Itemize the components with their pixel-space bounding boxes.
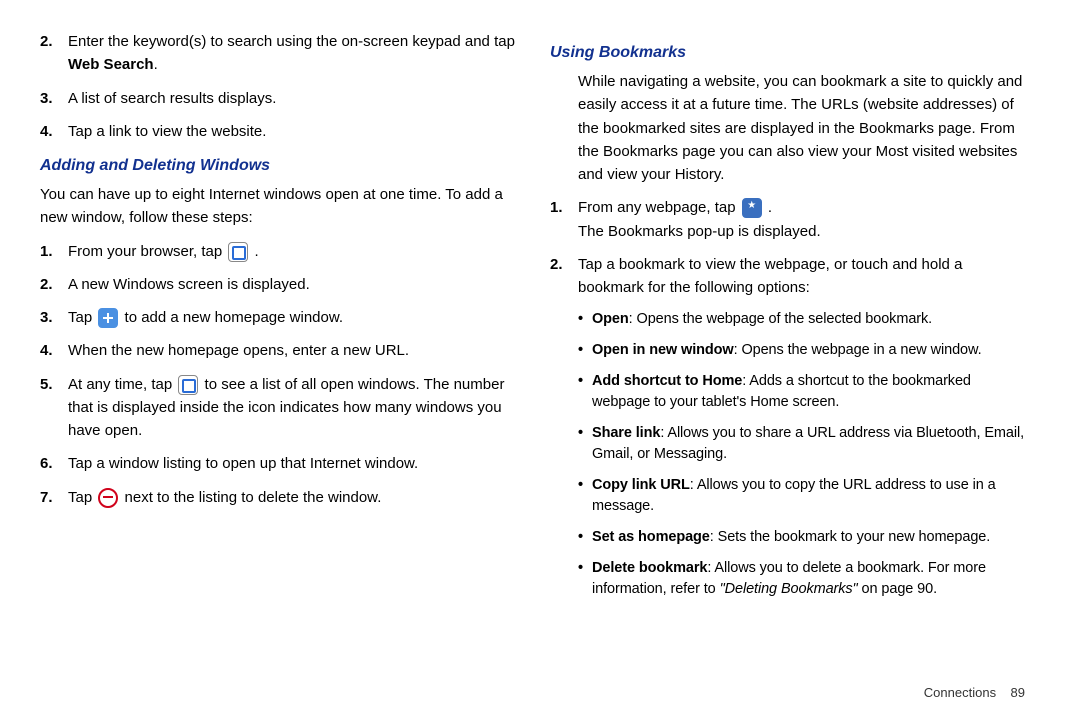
bullet-item: Add shortcut to Home: Adds a shortcut to… — [578, 371, 1025, 413]
step-number: 4. — [40, 339, 68, 362]
page-footer: Connections 89 — [924, 685, 1025, 700]
list-item: 1.From your browser, tap . — [40, 240, 515, 263]
bookmarks-intro: While navigating a website, you can book… — [578, 70, 1025, 186]
step-number: 1. — [550, 196, 578, 243]
step-number: 4. — [40, 120, 68, 143]
list-item: 5.At any time, tap to see a list of all … — [40, 373, 515, 443]
search-continued-steps: 2.Enter the keyword(s) to search using t… — [40, 30, 515, 143]
right-column: Using Bookmarks While navigating a websi… — [550, 30, 1025, 700]
step-body: When the new homepage opens, enter a new… — [68, 339, 515, 362]
step-body: At any time, tap to see a list of all op… — [68, 373, 515, 443]
adding-intro: You can have up to eight Internet window… — [40, 183, 515, 230]
step-body: A list of search results displays. — [68, 87, 515, 110]
bookmark-icon — [742, 198, 762, 218]
step-number: 5. — [40, 373, 68, 443]
bullet-item: Open in new window: Opens the webpage in… — [578, 340, 1025, 361]
bookmark-options: Open: Opens the webpage of the selected … — [550, 309, 1025, 600]
list-item: 3.Tap to add a new homepage window. — [40, 306, 515, 329]
step-body: From your browser, tap . — [68, 240, 515, 263]
bullet-item: Share link: Allows you to share a URL ad… — [578, 423, 1025, 465]
step-number: 3. — [40, 306, 68, 329]
remove-icon — [98, 488, 118, 508]
list-item: 7.Tap next to the listing to delete the … — [40, 486, 515, 509]
bookmarks-steps: 1.From any webpage, tap .The Bookmarks p… — [550, 196, 1025, 299]
list-item: 4. When the new homepage opens, enter a … — [40, 339, 515, 362]
list-item: 3.A list of search results displays. — [40, 87, 515, 110]
list-item: 1.From any webpage, tap .The Bookmarks p… — [550, 196, 1025, 243]
adding-deleting-windows-heading: Adding and Deleting Windows — [40, 157, 515, 175]
step-body: Tap next to the listing to delete the wi… — [68, 486, 515, 509]
windows-icon — [228, 242, 248, 262]
list-item: 6.Tap a window listing to open up that I… — [40, 452, 515, 475]
step-number: 2. — [550, 253, 578, 300]
left-column: 2.Enter the keyword(s) to search using t… — [40, 30, 515, 700]
step-body: A new Windows screen is displayed. — [68, 273, 515, 296]
step-number: 7. — [40, 486, 68, 509]
list-item: 2.Tap a bookmark to view the webpage, or… — [550, 253, 1025, 300]
windows-icon — [178, 375, 198, 395]
bullet-item: Copy link URL: Allows you to copy the UR… — [578, 475, 1025, 517]
bullet-item: Delete bookmark: Allows you to delete a … — [578, 558, 1025, 600]
step-body: Tap to add a new homepage window. — [68, 306, 515, 329]
add-window-icon — [98, 308, 118, 328]
step-body: Tap a window listing to open up that Int… — [68, 452, 515, 475]
step-body: Enter the keyword(s) to search using the… — [68, 30, 515, 77]
adding-steps: 1.From your browser, tap .2.A new Window… — [40, 240, 515, 509]
bullet-item: Set as homepage: Sets the bookmark to yo… — [578, 527, 1025, 548]
list-item: 2.A new Windows screen is displayed. — [40, 273, 515, 296]
step-number: 2. — [40, 30, 68, 77]
footer-page: 89 — [1011, 685, 1025, 700]
list-item: 4.Tap a link to view the website. — [40, 120, 515, 143]
step-body: Tap a link to view the website. — [68, 120, 515, 143]
footer-section: Connections — [924, 685, 996, 700]
step-number: 2. — [40, 273, 68, 296]
step-body: Tap a bookmark to view the webpage, or t… — [578, 253, 1025, 300]
step-number: 6. — [40, 452, 68, 475]
step-number: 3. — [40, 87, 68, 110]
using-bookmarks-heading: Using Bookmarks — [550, 44, 1025, 62]
list-item: 2.Enter the keyword(s) to search using t… — [40, 30, 515, 77]
step-body: From any webpage, tap .The Bookmarks pop… — [578, 196, 1025, 243]
step-number: 1. — [40, 240, 68, 263]
bullet-item: Open: Opens the webpage of the selected … — [578, 309, 1025, 330]
